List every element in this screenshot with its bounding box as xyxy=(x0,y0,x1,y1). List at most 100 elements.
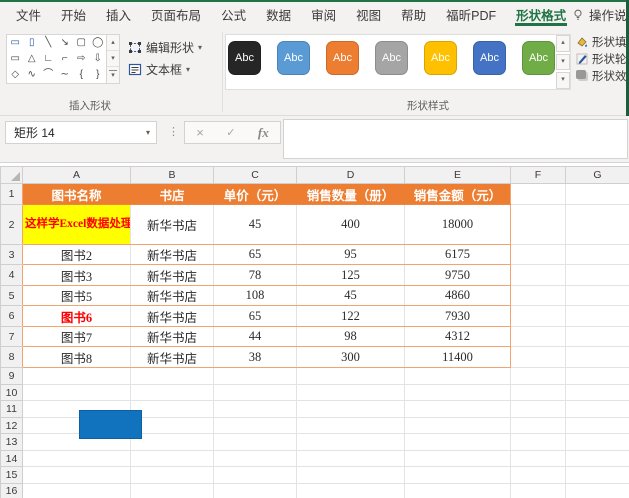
shape-gallery-item[interactable]: { xyxy=(73,67,90,83)
cell-D13[interactable] xyxy=(297,434,405,451)
tab-帮助[interactable]: 帮助 xyxy=(391,0,436,28)
cell-B7[interactable]: 新华书店 xyxy=(131,327,214,347)
row-header-10[interactable]: 10 xyxy=(1,385,23,401)
cell-B5[interactable]: 新华书店 xyxy=(131,286,214,306)
cell-F2[interactable] xyxy=(511,205,566,245)
cell-C7[interactable]: 44 xyxy=(214,327,297,347)
cell-F13[interactable] xyxy=(511,434,566,451)
row-header-6[interactable]: 6 xyxy=(1,306,23,327)
cell-B3[interactable]: 新华书店 xyxy=(131,245,214,265)
cell-A3[interactable]: 图书2 xyxy=(23,245,131,265)
shape-gallery-item[interactable]: ⇩ xyxy=(90,51,107,67)
shape-style-thumbnail-5[interactable]: Abc xyxy=(424,41,457,75)
row-header-5[interactable]: 5 xyxy=(1,286,23,306)
cell-A1[interactable]: 图书名称 xyxy=(23,184,131,205)
cell-C11[interactable] xyxy=(214,401,297,418)
cell-C5[interactable]: 108 xyxy=(214,286,297,306)
shape-gallery-item[interactable]: ◇ xyxy=(7,67,24,83)
shape-style-thumbnail-1[interactable]: Abc xyxy=(228,41,261,75)
cell-C3[interactable]: 65 xyxy=(214,245,297,265)
cancel-icon[interactable]: × xyxy=(196,125,204,140)
col-header-A[interactable]: A xyxy=(23,167,131,184)
row-header-1[interactable]: 1 xyxy=(1,184,23,205)
cell-E16[interactable] xyxy=(405,484,511,498)
cell-D1[interactable]: 销售数量（册） xyxy=(297,184,405,205)
shape-gallery-item[interactable]: ↘ xyxy=(57,35,74,51)
edit-shape-button[interactable]: 编辑形状 ▾ xyxy=(128,39,202,56)
shape-gallery-item[interactable]: ∟ xyxy=(40,51,57,67)
cell-F8[interactable] xyxy=(511,347,566,368)
cell-B8[interactable]: 新华书店 xyxy=(131,347,214,368)
cell-C10[interactable] xyxy=(214,385,297,401)
cell-A15[interactable] xyxy=(23,467,131,484)
shape-gallery-item[interactable]: ▭ xyxy=(7,51,24,67)
cell-B10[interactable] xyxy=(131,385,214,401)
cell-E8[interactable]: 11400 xyxy=(405,347,511,368)
cell-C4[interactable]: 78 xyxy=(214,265,297,286)
text-box-button[interactable]: 文本框 ▾ xyxy=(128,61,190,78)
cell-F7[interactable] xyxy=(511,327,566,347)
cell-F6[interactable] xyxy=(511,306,566,327)
cell-A16[interactable] xyxy=(23,484,131,498)
row-header-16[interactable]: 16 xyxy=(1,484,23,498)
cell-D8[interactable]: 300 xyxy=(297,347,405,368)
cell-G2[interactable] xyxy=(566,205,629,245)
cell-G5[interactable] xyxy=(566,286,629,306)
cell-B12[interactable] xyxy=(131,418,214,434)
col-header-D[interactable]: D xyxy=(297,167,405,184)
col-header-E[interactable]: E xyxy=(405,167,511,184)
cell-B11[interactable] xyxy=(131,401,214,418)
cell-F1[interactable] xyxy=(511,184,566,205)
row-header-15[interactable]: 15 xyxy=(1,467,23,484)
shape-gallery-item[interactable]: ◯ xyxy=(90,35,107,51)
rectangle-shape[interactable] xyxy=(79,410,142,439)
tell-me-box[interactable]: 操作说明 xyxy=(572,0,629,28)
tab-开始[interactable]: 开始 xyxy=(51,0,96,28)
row-header-11[interactable]: 11 xyxy=(1,401,23,418)
cell-C13[interactable] xyxy=(214,434,297,451)
cell-F4[interactable] xyxy=(511,265,566,286)
cell-E10[interactable] xyxy=(405,385,511,401)
cell-D11[interactable] xyxy=(297,401,405,418)
cell-B9[interactable] xyxy=(131,368,214,385)
cell-C6[interactable]: 65 xyxy=(214,306,297,327)
cell-G16[interactable] xyxy=(566,484,629,498)
shape-gallery-item[interactable]: △ xyxy=(24,51,41,67)
cell-D15[interactable] xyxy=(297,467,405,484)
cell-C15[interactable] xyxy=(214,467,297,484)
cell-F11[interactable] xyxy=(511,401,566,418)
cell-D16[interactable] xyxy=(297,484,405,498)
scroll-down-icon[interactable]: ▾ xyxy=(107,51,119,67)
shape-gallery-item[interactable]: ▢ xyxy=(73,35,90,51)
shape-style-thumbnail-3[interactable]: Abc xyxy=(326,41,359,75)
cell-D2[interactable]: 400 xyxy=(297,205,405,245)
cell-B14[interactable] xyxy=(131,451,214,467)
cell-D10[interactable] xyxy=(297,385,405,401)
formula-input[interactable] xyxy=(283,119,628,159)
cell-D5[interactable]: 45 xyxy=(297,286,405,306)
cell-E12[interactable] xyxy=(405,418,511,434)
tab-页面布局[interactable]: 页面布局 xyxy=(141,0,211,28)
cell-D12[interactable] xyxy=(297,418,405,434)
cell-A9[interactable] xyxy=(23,368,131,385)
shape-gallery-item[interactable]: ⌐ xyxy=(57,51,74,67)
cell-E15[interactable] xyxy=(405,467,511,484)
cell-A10[interactable] xyxy=(23,385,131,401)
shape-gallery-item[interactable]: ∿ xyxy=(24,67,41,83)
scroll-up-icon[interactable]: ▴ xyxy=(556,35,570,52)
cell-C12[interactable] xyxy=(214,418,297,434)
cell-A4[interactable]: 图书3 xyxy=(23,265,131,286)
cell-C1[interactable]: 单价（元） xyxy=(214,184,297,205)
cell-G9[interactable] xyxy=(566,368,629,385)
shape-gallery-item[interactable]: } xyxy=(90,67,107,83)
cell-G15[interactable] xyxy=(566,467,629,484)
cell-E3[interactable]: 6175 xyxy=(405,245,511,265)
tab-插入[interactable]: 插入 xyxy=(96,0,141,28)
shape-fill-button[interactable]: 形状填充 xyxy=(576,33,629,50)
cell-E4[interactable]: 9750 xyxy=(405,265,511,286)
cell-A8[interactable]: 图书8 xyxy=(23,347,131,368)
cell-B1[interactable]: 书店 xyxy=(131,184,214,205)
row-header-14[interactable]: 14 xyxy=(1,451,23,467)
cell-G13[interactable] xyxy=(566,434,629,451)
row-header-13[interactable]: 13 xyxy=(1,434,23,451)
